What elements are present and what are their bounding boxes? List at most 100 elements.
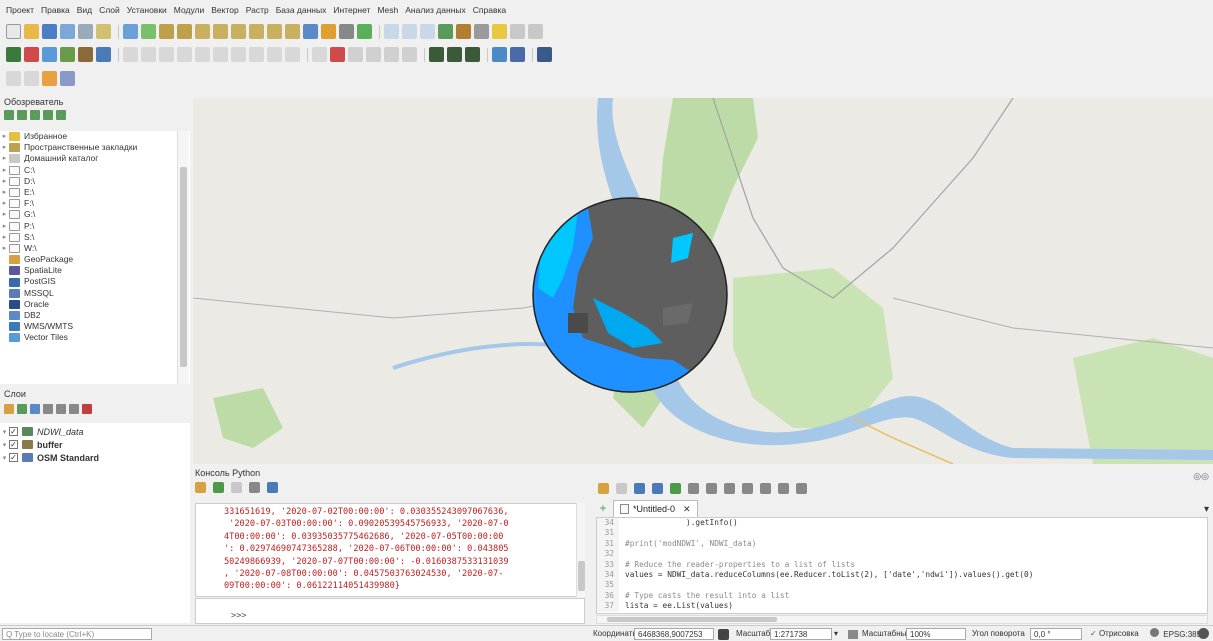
- pin-labels-icon[interactable]: [330, 47, 345, 62]
- select-icon[interactable]: [402, 24, 417, 39]
- dock-float-icon[interactable]: ◎◎: [1193, 471, 1209, 482]
- attribute-table-icon[interactable]: [420, 24, 435, 39]
- menu-item[interactable]: Mesh: [377, 5, 398, 15]
- collapse-all-icon[interactable]: [69, 404, 79, 414]
- browser-item[interactable]: ▸ Пространственные закладки: [0, 142, 190, 153]
- expand-arrow-icon[interactable]: ▸: [0, 165, 9, 176]
- scrollbar-thumb[interactable]: [180, 167, 187, 367]
- tab-untitled[interactable]: *Untitled-0 ✕: [613, 500, 698, 517]
- open-project-icon[interactable]: [24, 24, 39, 39]
- collapse-arrow-icon[interactable]: ▾: [0, 428, 9, 436]
- save-edits-icon[interactable]: [141, 47, 156, 62]
- browser-item[interactable]: DB2: [0, 310, 190, 321]
- copy-icon[interactable]: [231, 47, 246, 62]
- expand-arrow-icon[interactable]: ▸: [0, 131, 9, 142]
- add-selected-icon[interactable]: [4, 110, 14, 120]
- filter-icon[interactable]: [30, 110, 40, 120]
- browser-item[interactable]: ▸ E:\: [0, 187, 190, 198]
- browser-item[interactable]: SpatiaLite: [0, 265, 190, 276]
- copy-icon[interactable]: [706, 483, 717, 494]
- expand-arrow-icon[interactable]: ▸: [0, 187, 9, 198]
- paste-icon[interactable]: [724, 483, 735, 494]
- menu-item[interactable]: Вид: [77, 5, 92, 15]
- code-editor[interactable]: 34 ).getInfo() 31 31 #print('modNDWI', NDWI…: [596, 517, 1208, 614]
- collapse-arrow-icon[interactable]: ▾: [0, 454, 9, 462]
- add-group-icon[interactable]: [17, 404, 27, 414]
- vertex-tool-icon[interactable]: [177, 47, 192, 62]
- messages-icon[interactable]: [1198, 628, 1209, 639]
- open-script-icon[interactable]: [598, 483, 609, 494]
- render-checkbox[interactable]: ✓ Отрисовка: [1090, 628, 1139, 640]
- add-raster-icon[interactable]: [60, 47, 75, 62]
- style-manager-icon[interactable]: [96, 24, 111, 39]
- browser-item[interactable]: GeoPackage: [0, 254, 190, 265]
- browser-scrollbar[interactable]: [177, 131, 189, 384]
- browser-item[interactable]: ▸ G:\: [0, 209, 190, 220]
- object-inspector-icon[interactable]: [796, 483, 807, 494]
- menu-item[interactable]: Проект: [6, 5, 34, 15]
- expand-arrow-icon[interactable]: ▸: [0, 176, 9, 187]
- layer-item[interactable]: ▾ ✓ OSM Standard: [0, 451, 190, 464]
- console-output-scrollbar[interactable]: [576, 503, 585, 597]
- remove-layer-icon[interactable]: [82, 404, 92, 414]
- manage-map-themes-icon[interactable]: [30, 404, 40, 414]
- add-mesh-icon[interactable]: [78, 47, 93, 62]
- bookmark-icon[interactable]: [321, 24, 336, 39]
- stats-icon[interactable]: [537, 47, 552, 62]
- browser-item[interactable]: ▸ C:\: [0, 165, 190, 176]
- lock-scale-icon[interactable]: [848, 630, 858, 639]
- menu-item[interactable]: Правка: [41, 5, 70, 15]
- save-as-icon[interactable]: [652, 483, 663, 494]
- menu-item[interactable]: Анализ данных: [405, 5, 466, 15]
- options-icon[interactable]: [249, 482, 260, 493]
- run-command-icon[interactable]: [213, 482, 224, 493]
- comment-icon[interactable]: [760, 483, 771, 494]
- menu-item[interactable]: Слой: [99, 5, 120, 15]
- browser-item[interactable]: ▸ W:\: [0, 243, 190, 254]
- collapse-arrow-icon[interactable]: ▾: [0, 441, 9, 449]
- identify-icon[interactable]: [384, 24, 399, 39]
- digitize-b-icon[interactable]: [24, 71, 39, 86]
- map-tips-icon[interactable]: [492, 24, 507, 39]
- expand-arrow-icon[interactable]: ▸: [0, 232, 9, 243]
- add-vector-icon[interactable]: [42, 47, 57, 62]
- edit-icon[interactable]: [123, 47, 138, 62]
- temporal-icon[interactable]: [339, 24, 354, 39]
- save-as-icon[interactable]: [60, 24, 75, 39]
- show-labels-icon[interactable]: [348, 47, 363, 62]
- cut-icon[interactable]: [213, 47, 228, 62]
- browser-item[interactable]: ▸ F:\: [0, 198, 190, 209]
- save-project-icon[interactable]: [42, 24, 57, 39]
- filter-legend-icon[interactable]: [43, 404, 53, 414]
- undo-icon[interactable]: [267, 47, 282, 62]
- menu-item[interactable]: Растр: [246, 5, 269, 15]
- expand-arrow-icon[interactable]: ▸: [0, 209, 9, 220]
- properties-icon[interactable]: [56, 110, 66, 120]
- menu-item[interactable]: Справка: [473, 5, 506, 15]
- zoom-rubberband-icon[interactable]: [195, 24, 210, 39]
- browser-item[interactable]: ▸ Домашний каталог: [0, 153, 190, 164]
- expand-arrow-icon[interactable]: ▸: [0, 198, 9, 209]
- save-script-icon[interactable]: [634, 483, 645, 494]
- layer-visibility-checkbox[interactable]: ✓: [9, 440, 18, 449]
- refresh-icon[interactable]: [17, 110, 27, 120]
- close-tab-icon[interactable]: ✕: [683, 504, 691, 515]
- layer-item[interactable]: ▾ ✓ buffer: [0, 438, 190, 451]
- expand-arrow-icon[interactable]: ▸: [0, 243, 9, 254]
- browser-item[interactable]: ▸ Избранное: [0, 131, 190, 142]
- scale-combobox[interactable]: 1:271738: [770, 628, 832, 640]
- pan-icon[interactable]: [123, 24, 138, 39]
- pan-to-selection-icon[interactable]: [141, 24, 156, 39]
- expand-arrow-icon[interactable]: ▸: [0, 142, 9, 153]
- browser-item[interactable]: Oracle: [0, 299, 190, 310]
- data-source-manager-icon[interactable]: [6, 47, 21, 62]
- layer-item[interactable]: ▾ ✓ NDWI_data: [0, 425, 190, 438]
- menu-item[interactable]: Интернет: [333, 5, 370, 15]
- menu-item[interactable]: Вектор: [211, 5, 238, 15]
- plugin-c-icon[interactable]: [465, 47, 480, 62]
- browser-item[interactable]: MSSQL: [0, 288, 190, 299]
- move-label-icon[interactable]: [366, 47, 381, 62]
- layer-visibility-checkbox[interactable]: ✓: [9, 453, 18, 462]
- settings-icon[interactable]: [438, 24, 453, 39]
- delete-icon[interactable]: [195, 47, 210, 62]
